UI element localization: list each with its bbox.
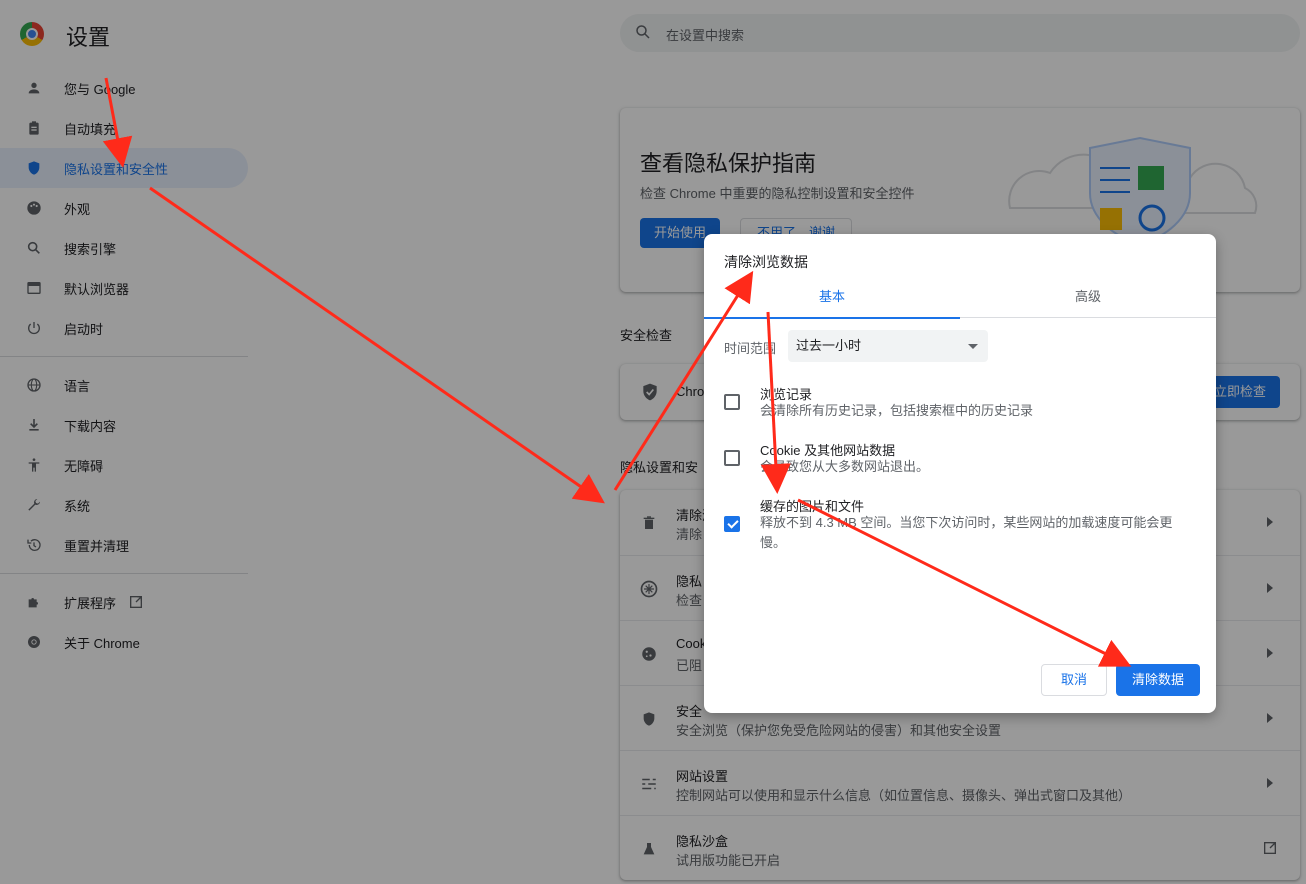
dialog-tabs: 基本 高级 <box>704 282 1216 319</box>
option-browsing-history: 浏览记录 会清除所有历史记录，包括搜索框中的历史记录 <box>724 384 1204 424</box>
option-desc: 会导致您从大多数网站退出。 <box>760 459 930 474</box>
cookies-checkbox[interactable] <box>724 450 740 466</box>
cached-images-checkbox[interactable] <box>724 516 740 532</box>
dialog-title: 清除浏览数据 <box>724 254 808 270</box>
clear-data-button[interactable]: 清除数据 <box>1116 664 1200 696</box>
time-range-label: 时间范围 <box>724 341 777 356</box>
cancel-button[interactable]: 取消 <box>1041 664 1107 696</box>
option-cookies: Cookie 及其他网站数据 会导致您从大多数网站退出。 <box>724 440 1204 480</box>
chevron-down-icon <box>968 344 978 349</box>
time-range-value: 过去一小时 <box>796 338 862 353</box>
clear-browsing-data-dialog: 清除浏览数据 基本 高级 时间范围 过去一小时 浏览记录 会清除所有历史记录，包… <box>704 234 1216 713</box>
option-cached-images: 缓存的图片和文件 释放不到 4.3 MB 空间。当您下次访问时，某些网站的加载速… <box>724 496 1204 554</box>
tab-advanced[interactable]: 高级 <box>960 282 1216 318</box>
browsing-history-checkbox[interactable] <box>724 394 740 410</box>
option-desc: 会清除所有历史记录，包括搜索框中的历史记录 <box>760 403 1034 418</box>
option-desc: 释放不到 4.3 MB 空间。当您下次访问时，某些网站的加载速度可能会更慢。 <box>760 515 1173 550</box>
time-range-select[interactable]: 过去一小时 <box>788 330 988 362</box>
tab-basic[interactable]: 基本 <box>704 282 960 319</box>
